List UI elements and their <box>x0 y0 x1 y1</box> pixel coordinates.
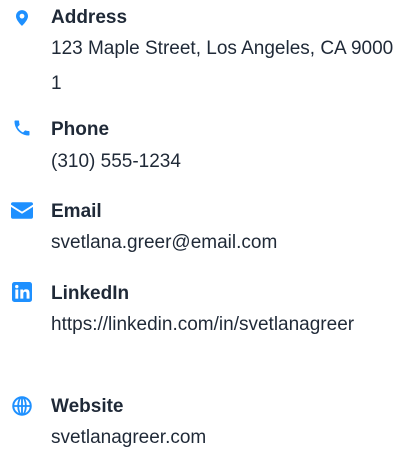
location-pin-icon <box>10 6 34 30</box>
email-label: Email <box>51 201 102 222</box>
phone-label: Phone <box>51 119 110 140</box>
email-value: svetlana.greer@email.com <box>51 232 278 253</box>
linkedin-value[interactable]: https://linkedin.com/in/svetlanagreer <box>51 307 396 342</box>
phone-icon <box>10 116 34 140</box>
website-label: Website <box>51 396 124 417</box>
contact-info-list: Address 123 Maple Street, Los Angeles, C… <box>0 0 409 449</box>
globe-icon <box>10 394 34 418</box>
linkedin-icon <box>10 280 34 304</box>
address-value: 123 Maple Street, Los Angeles, CA 90001 <box>51 38 394 94</box>
linkedin-label: LinkedIn <box>51 283 130 304</box>
address-label: Address <box>51 7 128 28</box>
phone-value: (310) 555-1234 <box>51 151 181 172</box>
website-value[interactable]: svetlanagreer.com <box>51 420 396 455</box>
envelope-icon <box>10 198 34 222</box>
